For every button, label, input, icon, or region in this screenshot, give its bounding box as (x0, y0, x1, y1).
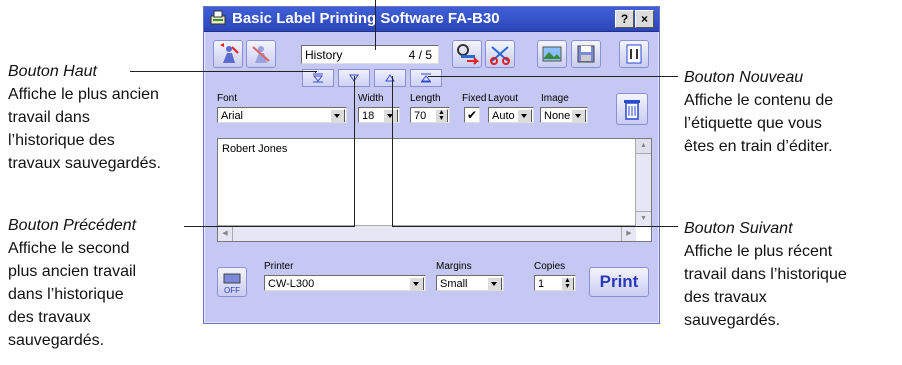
printer-select[interactable]: CW-L300 (264, 275, 426, 291)
editor-text: Robert Jones (222, 143, 288, 155)
annotation-line: Affiche le contenu de (684, 92, 834, 109)
recall-history-button[interactable] (213, 40, 243, 68)
fixed-label: Fixed (462, 93, 487, 104)
history-cancel-icon (252, 46, 270, 63)
chevron-down-icon[interactable] (517, 109, 532, 122)
printer-app-icon (210, 10, 226, 25)
image-label: Image (541, 93, 569, 104)
tape-feed-icon (457, 44, 480, 65)
annotation-next: Bouton Suivant Affiche le plus récent tr… (684, 217, 847, 332)
font-label: Font (217, 93, 238, 104)
margins-select[interactable]: Small (436, 275, 504, 291)
trash-icon (624, 100, 640, 120)
copies-stepper[interactable]: 1 ▲ ▼ (534, 275, 576, 291)
chevron-down-icon[interactable] (330, 109, 345, 122)
clear-button[interactable] (616, 93, 648, 125)
close-button[interactable]: × (635, 10, 654, 28)
power-off-button[interactable]: OFF (217, 267, 247, 297)
image-select[interactable]: None (540, 107, 588, 123)
annotation-line: Affiche le plus récent (684, 243, 833, 260)
layout-select[interactable]: Auto (488, 107, 534, 123)
print-button[interactable]: Print (589, 267, 649, 297)
spin-icon[interactable]: ▲ ▼ (435, 109, 448, 122)
image-icon (542, 46, 562, 62)
callout-line (315, 71, 316, 73)
callout-line (392, 76, 393, 227)
annotation-next-title: Bouton Suivant (684, 220, 793, 237)
length-stepper[interactable]: 70 ▲ ▼ (410, 107, 450, 123)
annotation-line: l’étiquette que vous (684, 115, 822, 132)
bottom-arrow-icon (420, 73, 432, 83)
disk-icon (577, 45, 595, 63)
copies-label: Copies (534, 261, 566, 272)
annotation-top: Bouton Haut Affiche le plus ancien trava… (8, 60, 161, 175)
history-label: History (305, 48, 343, 62)
chevron-down-icon[interactable] (571, 109, 586, 122)
fixed-checkbox[interactable]: ✔ (464, 107, 480, 123)
scissors-icon (490, 46, 510, 65)
app-window: Basic Label Printing Software FA-B30 ? ×… (203, 6, 660, 324)
chevron-down-icon[interactable] (487, 277, 502, 290)
settings-icon (626, 44, 642, 64)
image-button[interactable] (537, 40, 567, 68)
annotation-line: dans l’historique (8, 286, 124, 303)
callout-line (392, 226, 678, 227)
off-text: OFF (224, 286, 240, 295)
callout-line (375, 0, 376, 50)
save-button[interactable] (571, 40, 601, 68)
annotation-line: sauvegardés. (8, 332, 105, 349)
title-bar[interactable]: Basic Label Printing Software FA-B30 ? × (204, 7, 659, 32)
settings-button[interactable] (619, 40, 649, 68)
annotation-new-title: Bouton Nouveau (684, 69, 804, 86)
chevron-down-icon[interactable] (383, 109, 398, 122)
annotation-line: travail dans (8, 109, 90, 126)
top-arrow-icon (312, 73, 324, 83)
callout-line (130, 71, 317, 72)
spin-icon[interactable]: ▲ ▼ (561, 277, 574, 290)
annotation-line: des travaux (684, 289, 767, 306)
history-person-icon (220, 43, 239, 63)
new-button[interactable] (410, 69, 442, 87)
window-title: Basic Label Printing Software FA-B30 (232, 10, 500, 27)
annotation-line: des travaux (8, 309, 91, 326)
width-label: Width (358, 93, 384, 104)
annotation-prev-title: Bouton Précédent (8, 217, 137, 234)
printer-label: Printer (264, 261, 294, 272)
annotation-line: plus ancien travail (8, 263, 137, 280)
callout-line (184, 226, 354, 227)
width-select[interactable]: 18 (358, 107, 400, 123)
delete-history-button[interactable] (246, 40, 276, 68)
layout-label: Layout (488, 93, 519, 104)
help-button[interactable]: ? (615, 10, 634, 28)
history-counter: 4 / 5 (408, 48, 432, 62)
callout-line (428, 76, 678, 77)
up-arrow-icon (385, 74, 395, 82)
annotation-prev: Bouton Précédent Affiche le second plus … (8, 214, 136, 352)
annotation-line: sauvegardés. (684, 312, 781, 329)
annotation-line: l’historique des (8, 132, 115, 149)
margins-label: Margins (436, 261, 472, 272)
annotation-line: travaux sauvegardés. (8, 155, 161, 172)
font-select[interactable]: Arial (217, 107, 347, 123)
horizontal-scrollbar[interactable]: ◀ ▶ (218, 225, 636, 241)
vertical-scrollbar[interactable]: ▲ ▼ (635, 139, 651, 226)
tape-feed-button[interactable] (452, 40, 482, 68)
annotation-line: êtes en train d’éditer. (684, 138, 833, 155)
cut-button[interactable] (485, 40, 515, 68)
annotation-new: Bouton Nouveau Affiche le contenu de l’é… (684, 66, 833, 158)
annotation-line: Affiche le plus ancien (8, 86, 159, 103)
annotation-line: travail dans l’historique (684, 266, 847, 283)
annotation-line: Affiche le second (8, 240, 130, 257)
next-button[interactable] (374, 69, 406, 87)
length-label: Length (410, 93, 441, 104)
chevron-down-icon[interactable] (409, 277, 424, 290)
printer-off-icon: OFF (223, 273, 241, 295)
history-field: History 4 / 5 (301, 45, 439, 64)
callout-line (354, 76, 355, 227)
